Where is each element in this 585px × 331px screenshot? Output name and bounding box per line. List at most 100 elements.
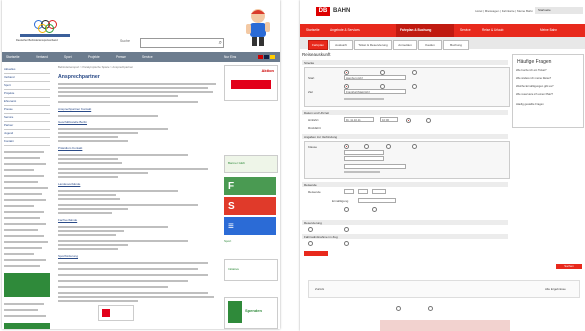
ad-banner[interactable]: Initiative — [224, 259, 278, 281]
nav-item[interactable]: Verband — [36, 55, 48, 59]
sidebar-text-line — [4, 211, 44, 214]
sidebar-item[interactable]: Aktuelles — [4, 67, 50, 74]
text-line — [58, 292, 208, 295]
checkbox[interactable] — [344, 241, 349, 246]
text-line — [58, 234, 116, 237]
faq-link[interactable]: Häufig gestellte Fragen — [516, 103, 544, 106]
sidebar-item[interactable]: Jugend — [4, 131, 50, 138]
nav-item[interactable]: Sport — [64, 55, 72, 59]
tab-kaufen[interactable]: Kaufen — [418, 40, 442, 50]
sidebar-green-box[interactable] — [4, 273, 50, 297]
text-line — [58, 286, 168, 289]
search-icon[interactable]: ⌕ — [219, 39, 222, 47]
select-field[interactable] — [344, 156, 384, 161]
content-link[interactable]: Landesverbände — [58, 182, 80, 186]
sidebar-text-line — [4, 205, 34, 208]
faq-link[interactable]: Welche Ermäßigungen gibt es? — [516, 85, 553, 88]
date-input[interactable]: Di, 11.10.11 — [344, 117, 374, 122]
nav-item[interactable]: Meine Bahn — [540, 28, 557, 32]
nav-item[interactable]: Projekte — [88, 55, 100, 59]
search-button[interactable]: Suchen — [556, 264, 582, 269]
sidebar-item[interactable]: Kontakt — [4, 139, 50, 146]
nav-item[interactable]: Angebote & Services — [330, 28, 360, 32]
ad-banner[interactable]: F S ≡ — [224, 177, 276, 235]
sidebar-text-line — [4, 175, 44, 178]
nav-item[interactable]: Presse — [116, 55, 126, 59]
tab-buchung[interactable]: Buchung — [443, 40, 469, 50]
ad-banner[interactable]: Sport — [224, 239, 276, 249]
sidebar-item[interactable]: Presse — [4, 107, 50, 114]
back-link[interactable]: Zurück — [315, 287, 324, 291]
nav-item[interactable]: Startseite — [306, 28, 319, 32]
sidebar-item[interactable]: Partner — [4, 123, 50, 130]
radio-button[interactable] — [396, 306, 401, 311]
nav-item-active[interactable]: Fahrplan & Buchung — [400, 28, 431, 32]
persons-select[interactable] — [358, 189, 368, 194]
sidebar-item[interactable]: Ehrenamt — [4, 99, 50, 106]
radio-button[interactable] — [428, 306, 433, 311]
radio-button[interactable] — [412, 84, 417, 89]
content-link[interactable]: Sportförderung — [58, 254, 78, 258]
content-link[interactable]: Ansprechpartner Kontakt — [58, 107, 91, 111]
left-main-nav: Startseite Verband Sport Projekte Presse… — [2, 52, 280, 62]
persons-select[interactable] — [344, 189, 354, 194]
select-field[interactable] — [344, 150, 384, 155]
radio-button[interactable] — [386, 144, 391, 149]
sidebar-item[interactable]: Sport — [4, 83, 50, 90]
section-label: Fahrradmitnahme im Zug — [304, 234, 338, 239]
radio-button[interactable] — [426, 118, 431, 123]
discount-select[interactable] — [358, 198, 396, 203]
search-input[interactable]: ⌕ — [140, 38, 224, 48]
language-flags-icon[interactable] — [258, 55, 276, 59]
utility-links[interactable]: Hotel | Mietwagen | Fahrkarte | Meine Ba… — [475, 9, 533, 13]
ad-banner[interactable]: Spenden — [224, 297, 278, 329]
sidebar-item[interactable]: Service — [4, 115, 50, 122]
content-link[interactable]: Geschäftsstelle Berlin — [58, 120, 87, 124]
db-logo[interactable]: DB — [316, 7, 330, 16]
tab-anmelden[interactable]: Anmelden — [393, 40, 417, 50]
radio-button[interactable] — [406, 118, 411, 123]
select-field[interactable] — [344, 164, 406, 169]
nav-item[interactable]: Reise & Urlaub — [482, 28, 503, 32]
radio-button[interactable] — [364, 144, 369, 149]
nav-item[interactable]: Service — [142, 55, 153, 59]
partner-logo[interactable] — [98, 305, 134, 321]
ad-banner[interactable]: Barmer GEK — [224, 155, 278, 173]
ad-text: Aktion — [261, 68, 274, 73]
tab-fahrplan[interactable]: Fahrplan — [308, 40, 328, 50]
sidebar-item[interactable]: Projekte — [4, 91, 50, 98]
radio-button[interactable] — [344, 144, 349, 149]
all-results-link[interactable]: Alle Ergebnisse — [545, 287, 566, 291]
nav-right-label[interactable]: Nur Eins — [224, 55, 236, 59]
checkbox[interactable] — [308, 227, 313, 232]
persons-select[interactable] — [372, 189, 386, 194]
text-line — [58, 230, 124, 233]
faq-link[interactable]: Wie reserviere ich einen Platz? — [516, 93, 553, 96]
time-input[interactable]: 10:00 — [380, 117, 398, 122]
startseite-button[interactable]: Startseite — [535, 7, 583, 14]
faq-link[interactable]: Wie buche ich ein Ticket? — [516, 69, 546, 72]
tab-ticket[interactable]: Ticket & Reservierung — [354, 40, 392, 50]
sidebar-text-line — [4, 169, 34, 172]
back-button[interactable] — [304, 251, 328, 256]
nav-item[interactable]: Service — [460, 28, 471, 32]
content-link[interactable]: Präsidium Kontakt — [58, 146, 82, 150]
nav-item[interactable]: Startseite — [6, 55, 19, 59]
left-sidebar: Aktuelles Verband Sport Projekte Ehrenam… — [2, 65, 54, 329]
to-input[interactable]: Frankfurt(Main)Hbf — [344, 89, 406, 94]
radio-button[interactable] — [344, 207, 349, 212]
radio-button[interactable] — [412, 70, 417, 75]
ad-banner[interactable]: Aktion — [224, 65, 278, 101]
dbs-logo[interactable]: Deutscher Behindertensportverband — [16, 20, 74, 46]
checkbox[interactable] — [344, 227, 349, 232]
radio-button[interactable] — [412, 144, 417, 149]
from-input[interactable]: Hamburg Hbf — [344, 75, 406, 80]
faq-link[interactable]: Wie ändere ich meine Reise? — [516, 77, 551, 80]
sidebar-item[interactable]: Verband — [4, 75, 50, 82]
checkbox[interactable] — [308, 241, 313, 246]
content-link[interactable]: Fachverbände — [58, 218, 77, 222]
radio-button[interactable] — [372, 207, 377, 212]
sidebar-green-bar[interactable] — [4, 323, 50, 329]
tab-bar: Fahrplan Auskunft Ticket & Reservierung … — [300, 37, 585, 50]
tab-auskunft[interactable]: Auskunft — [329, 40, 353, 50]
